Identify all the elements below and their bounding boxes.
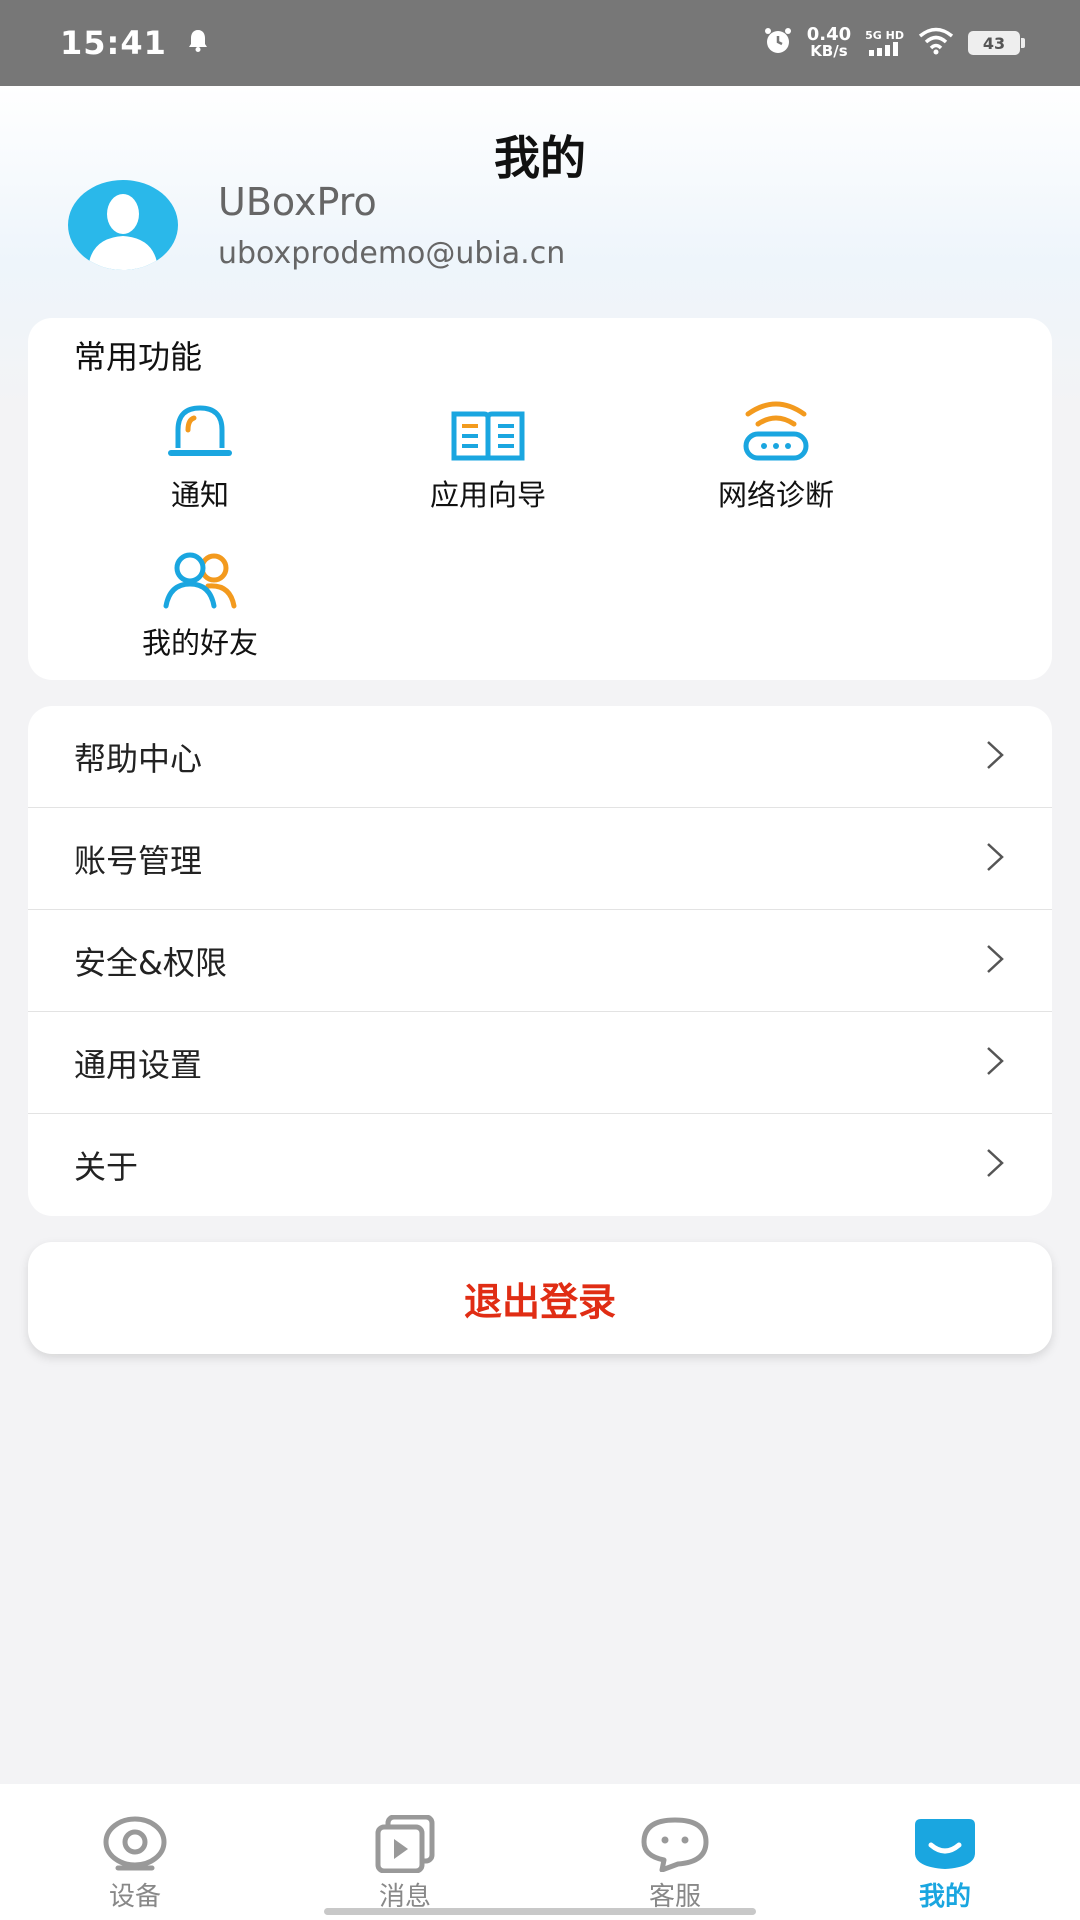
settings-menu-card: 帮助中心 账号管理 安全&权限 通用设置 关于 [28,706,1052,1216]
page-title: 我的 [494,131,586,185]
cell-signal: 5G HD [865,30,904,56]
alarm-clock-icon [763,26,793,60]
notification-bell-status-icon [187,28,209,58]
quick-item-label: 我的好友 [141,626,258,660]
menu-item-label: 帮助中心 [74,739,203,778]
home-indicator[interactable] [324,1908,756,1915]
guide-book-icon [448,400,528,462]
tab-messages[interactable]: 消息 [270,1784,540,1920]
user-silhouette-icon [88,194,158,270]
chat-bubble-icon [640,1814,710,1874]
menu-item-security-permissions[interactable]: 安全&权限 [28,910,1052,1012]
status-time: 15:41 [60,24,167,62]
chevron-right-icon [984,1147,1006,1183]
menu-item-about[interactable]: 关于 [28,1114,1052,1216]
chevron-right-icon [984,739,1006,775]
quick-item-notification[interactable]: 通知 [80,400,320,514]
wifi-icon [918,27,954,59]
network-speed-unit: KB/s [810,42,848,60]
quick-item-guide[interactable]: 应用向导 [368,400,608,514]
menu-item-help-center[interactable]: 帮助中心 [28,706,1052,808]
username: UBoxPro [218,180,377,224]
network-speed: 0.40 KB/s [806,24,852,60]
menu-item-label: 通用设置 [74,1045,203,1084]
quick-item-label: 通知 [170,478,229,512]
logout-button[interactable]: 退出登录 [28,1242,1052,1354]
quick-item-label: 网络诊断 [717,478,834,512]
quick-item-friends[interactable]: 我的好友 [80,548,320,662]
device-camera-icon [100,1814,170,1874]
avatar[interactable] [68,180,178,270]
chevron-right-icon [984,841,1006,877]
quick-item-label: 应用向导 [429,478,546,512]
chevron-right-icon [984,943,1006,979]
menu-item-account-management[interactable]: 账号管理 [28,808,1052,910]
tab-profile[interactable]: 我的 [810,1784,1080,1920]
menu-item-label: 安全&权限 [74,943,227,982]
network-speed-value: 0.40 [806,24,852,45]
battery-indicator: 43 [968,31,1025,55]
status-indicators: 0.40 KB/s 5G HD 43 [763,24,1025,60]
signal-bars-icon [868,42,898,56]
menu-item-general-settings[interactable]: 通用设置 [28,1012,1052,1114]
chevron-right-icon [984,1045,1006,1081]
tab-label: 我的 [918,1882,971,1912]
quick-item-network-diagnosis[interactable]: 网络诊断 [656,400,896,514]
menu-item-label: 关于 [74,1148,139,1186]
notification-bell-icon [160,400,240,462]
friends-icon [160,548,240,610]
status-bar: 15:41 0.40 KB/s 5G HD 43 [0,0,1080,86]
signal-label: 5G HD [865,29,904,42]
tab-devices[interactable]: 设备 [0,1784,270,1920]
bottom-tab-bar: 设备 消息 客服 我的 [0,1784,1080,1920]
network-router-icon [736,400,816,462]
tab-label: 设备 [108,1882,161,1912]
tab-customer-service[interactable]: 客服 [540,1784,810,1920]
quick-functions-card: 常用功能 通知 应用向导 网络诊断 我的好友 [28,318,1052,680]
user-email: uboxprodemo@ubia.cn [218,236,566,271]
profile-smile-icon [910,1814,980,1874]
message-video-icon [370,1814,440,1874]
section-title: 常用功能 [74,338,203,376]
menu-item-label: 账号管理 [74,841,203,880]
